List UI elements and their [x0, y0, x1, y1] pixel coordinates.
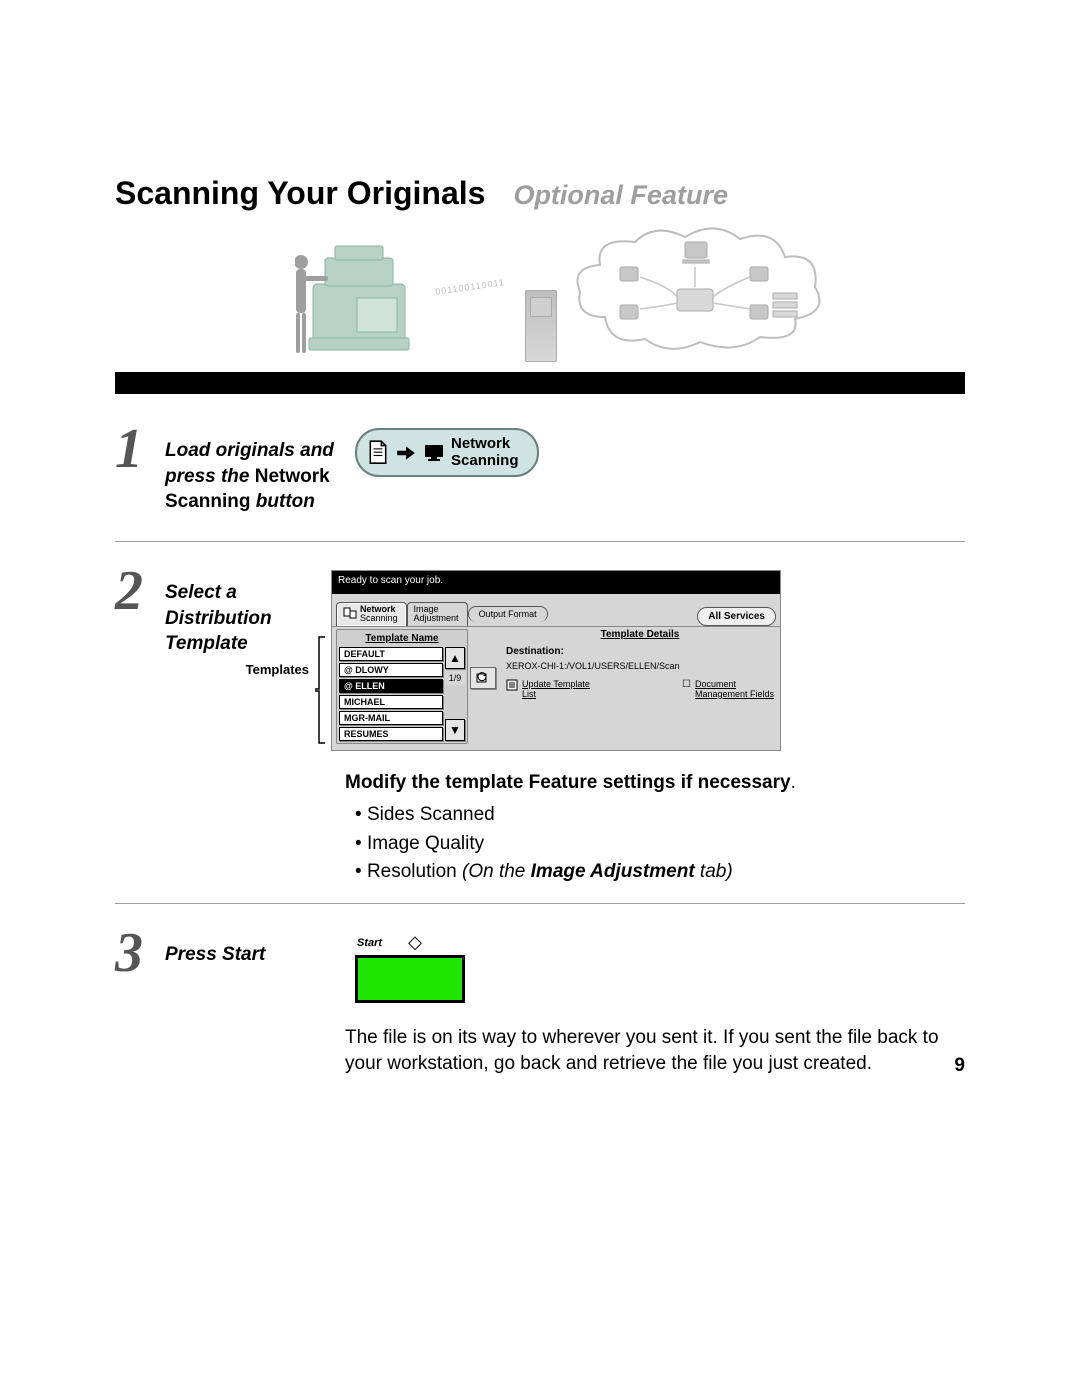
- list-icon: [506, 679, 518, 693]
- printer-icon: [295, 242, 435, 362]
- bullet-resolution: Resolution (On the Image Adjustment tab): [355, 858, 965, 887]
- template-list: DEFAULT @ DLOWY @ ELLEN MICHAEL MGR-MAIL…: [339, 647, 443, 741]
- destination-path: XEROX-CHI-1:/VOL1/USERS/ELLEN/Scan: [506, 661, 774, 671]
- step-1: 1 Load originals and press the Network S…: [115, 424, 965, 533]
- tab-image-adjustment[interactable]: ImageAdjustment: [407, 602, 468, 626]
- tab-row: NetworkScanning ImageAdjustment Output F…: [332, 594, 780, 626]
- tab-output-format[interactable]: Output Format: [468, 606, 548, 622]
- checkbox-icon: ☐: [682, 679, 691, 690]
- refresh-button[interactable]: [470, 667, 496, 689]
- template-list-panel: Template Name DEFAULT @ DLOWY @ ELLEN MI…: [336, 629, 468, 744]
- step-3: 3 Press Start Start ◇: [115, 928, 965, 1003]
- status-bar: Ready to scan your job.: [332, 571, 780, 590]
- step-number-2: 2: [115, 566, 155, 616]
- network-scanning-label: NetworkScanning: [451, 436, 519, 469]
- template-item[interactable]: DEFAULT: [339, 647, 443, 661]
- step-3-paragraph: The file is on its way to wherever you s…: [345, 1025, 965, 1076]
- start-label: Start: [357, 935, 382, 949]
- arrow-right-icon: [395, 441, 417, 465]
- network-scanning-button[interactable]: NetworkScanning: [355, 428, 539, 477]
- hero-illustration: 001100110011: [295, 232, 925, 362]
- step-1-text-b: button: [256, 491, 315, 512]
- diamond-icon: ◇: [408, 932, 422, 953]
- template-details-panel: Template Details Destination: XEROX-CHI-…: [498, 627, 776, 744]
- binary-text: 001100110011: [435, 277, 506, 297]
- bullet-sides-scanned: Sides Scanned: [355, 801, 965, 830]
- templates-label: Templates: [237, 570, 309, 677]
- step-2-followup: Modify the template Feature settings if …: [345, 769, 965, 887]
- all-services-button[interactable]: All Services: [697, 607, 776, 626]
- template-name-header: Template Name: [339, 632, 465, 647]
- template-item[interactable]: @ DLOWY: [339, 663, 443, 677]
- touchscreen-mock: Ready to scan your job. NetworkScanning: [331, 570, 781, 751]
- monitor-icon: [423, 441, 445, 465]
- server-tower-icon: [525, 290, 557, 362]
- step-1-text: Load originals and press the Network Sca…: [165, 424, 345, 515]
- document-icon: [367, 441, 389, 465]
- start-button[interactable]: [355, 955, 465, 1003]
- template-item[interactable]: MGR-MAIL: [339, 711, 443, 725]
- destination-label: Destination:: [506, 646, 774, 657]
- tab-network-scanning[interactable]: NetworkScanning: [336, 602, 407, 626]
- step-number-3: 3: [115, 928, 155, 978]
- step-number-1: 1: [115, 424, 155, 474]
- bullet-image-quality: Image Quality: [355, 830, 965, 859]
- page-number: 9: [954, 1055, 965, 1077]
- link-document-mgmt[interactable]: ☐ DocumentManagement Fields: [682, 679, 774, 699]
- page-subtitle: Optional Feature: [513, 180, 728, 211]
- divider-bar: [115, 372, 965, 394]
- bracket-icon: [313, 570, 327, 750]
- step-3-text: Press Start: [165, 928, 345, 968]
- template-item[interactable]: RESUMES: [339, 727, 443, 741]
- modify-heading: Modify the template Feature settings if …: [345, 772, 791, 793]
- separator-1: [115, 541, 965, 542]
- tab-doc-icon: [343, 606, 357, 622]
- separator-2: [115, 903, 965, 904]
- scroll-up-button[interactable]: ▲: [445, 647, 465, 669]
- step-1-visual: NetworkScanning: [355, 424, 965, 477]
- page-title-row: Scanning Your Originals Optional Feature: [115, 175, 965, 212]
- network-cloud-icon: [575, 227, 825, 352]
- step-2-visual: Templates Ready to scan your job.: [237, 566, 965, 751]
- step-3-visual: Start ◇: [355, 928, 965, 1003]
- step-2: 2 Select a Distribution Template Templat…: [115, 566, 965, 751]
- page-title: Scanning Your Originals: [115, 175, 485, 212]
- template-details-header: Template Details: [506, 629, 774, 640]
- template-item[interactable]: MICHAEL: [339, 695, 443, 709]
- page-indicator: 1/9: [445, 671, 465, 685]
- scroll-down-button[interactable]: ▼: [445, 719, 465, 741]
- link-update-template[interactable]: Update TemplateList: [506, 679, 590, 699]
- template-item-selected[interactable]: @ ELLEN: [339, 679, 443, 693]
